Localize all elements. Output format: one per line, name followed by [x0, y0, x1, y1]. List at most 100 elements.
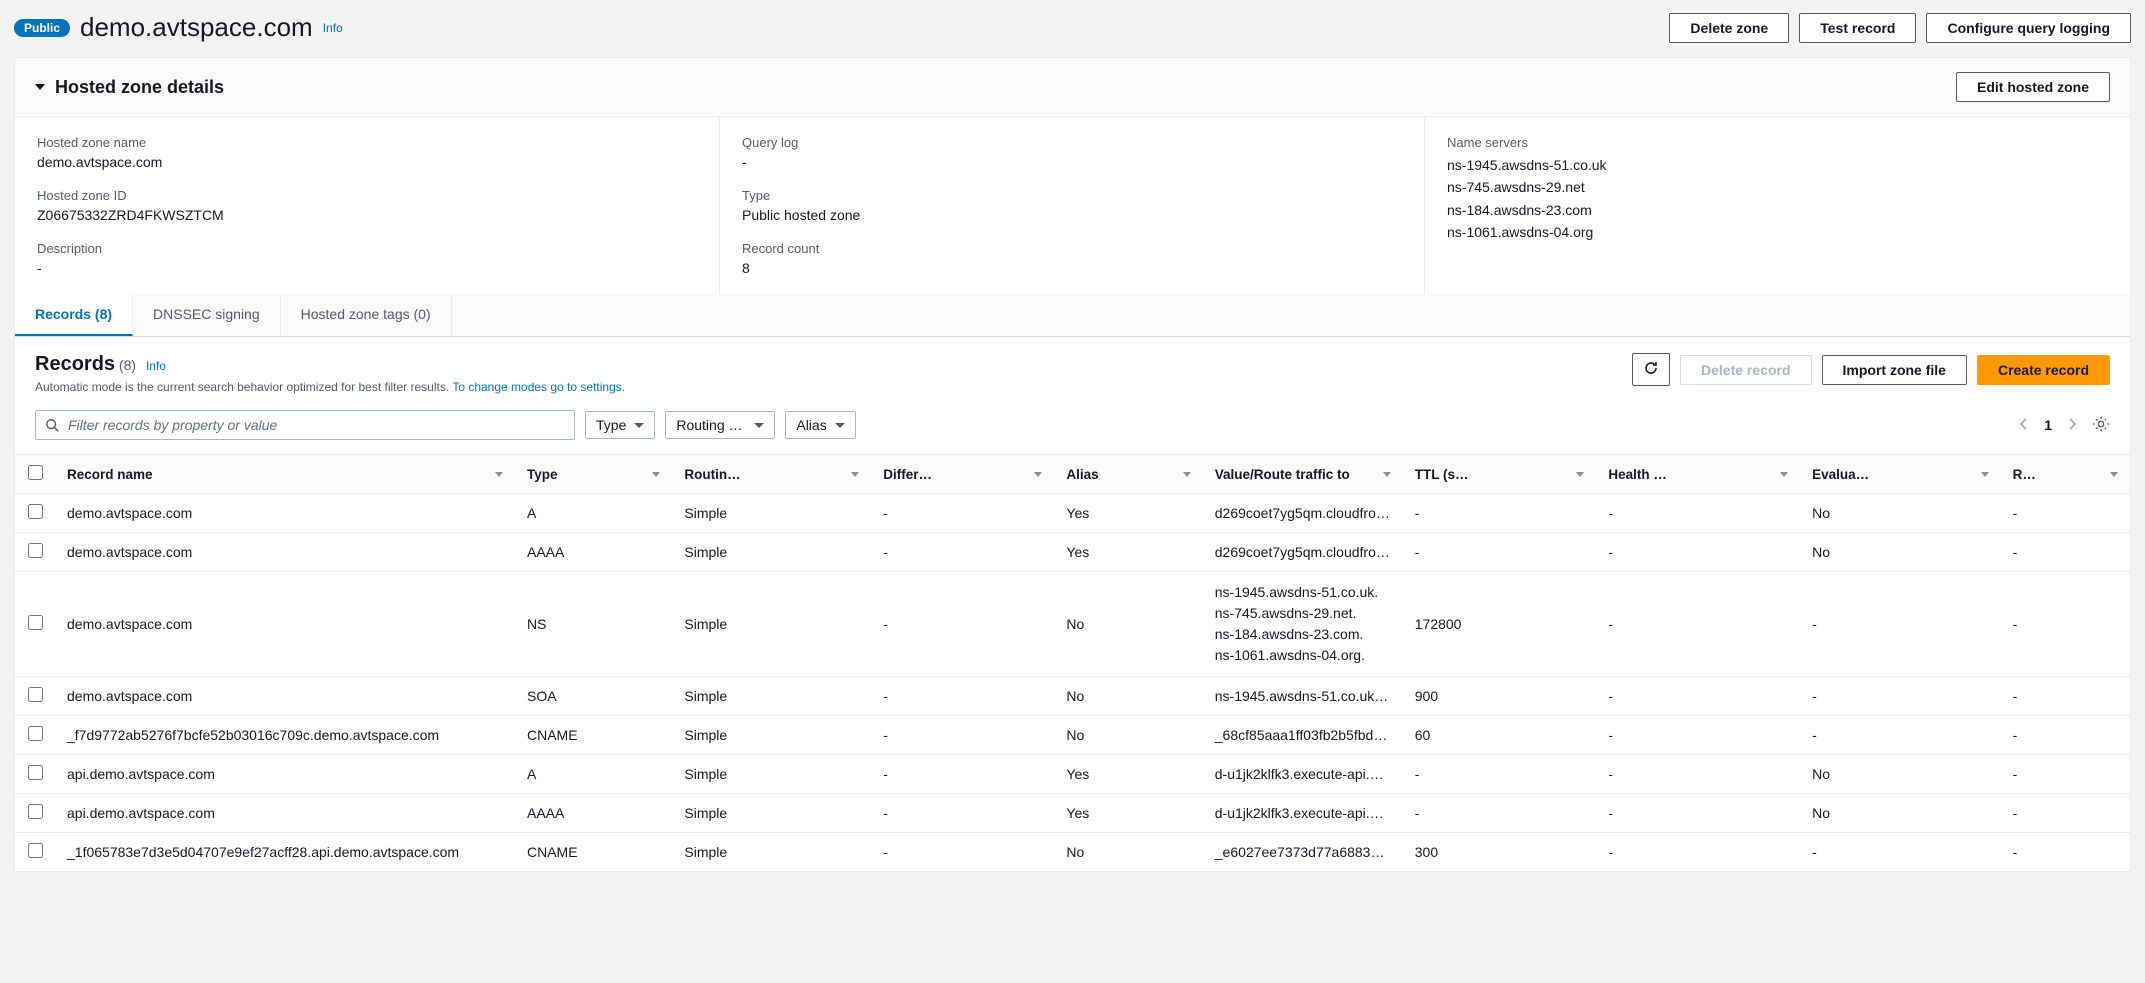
- name-server-value: ns-184.awsdns-23.com: [1447, 199, 2108, 221]
- table-settings-button[interactable]: [2092, 415, 2110, 436]
- record-alias: No: [1066, 616, 1084, 632]
- row-checkbox[interactable]: [28, 687, 43, 702]
- table-row[interactable]: demo.avtspace.comASimple-Yesd269coet7yg5…: [15, 494, 2130, 533]
- delete-record-button[interactable]: Delete record: [1680, 355, 1811, 385]
- col-evalua[interactable]: Evalua…: [1812, 467, 1869, 482]
- name-server-value: ns-1061.awsdns-04.org: [1447, 221, 2108, 243]
- configure-query-logging-button[interactable]: Configure query logging: [1926, 13, 2131, 43]
- row-checkbox[interactable]: [28, 543, 43, 558]
- record-routing: Simple: [684, 766, 727, 782]
- table-row[interactable]: _f7d9772ab5276f7bcfe52b03016c709c.demo.a…: [15, 716, 2130, 755]
- record-health: -: [1608, 727, 1613, 743]
- record-health: -: [1608, 766, 1613, 782]
- record-health: -: [1608, 505, 1613, 521]
- record-r: -: [2013, 844, 2018, 860]
- alias-filter-dropdown[interactable]: Alias: [785, 411, 855, 439]
- hosted-zone-name-label: Hosted zone name: [37, 135, 697, 150]
- routing-policy-filter-dropdown[interactable]: Routing pol…: [665, 411, 775, 439]
- record-evalua: -: [1812, 616, 1817, 632]
- chevron-down-icon: [835, 423, 845, 428]
- record-alias: Yes: [1066, 505, 1089, 521]
- table-row[interactable]: demo.avtspace.comSOASimple-Nons-1945.aws…: [15, 677, 2130, 716]
- records-info-link[interactable]: Info: [146, 359, 166, 373]
- record-value: ns-1945.awsdns-51.co.uk. a…: [1215, 688, 1403, 704]
- tab-tags[interactable]: Hosted zone tags (0): [281, 294, 452, 336]
- record-name: _1f065783e7d3e5d04707e9ef27acff28.api.de…: [67, 844, 459, 860]
- record-differ: -: [883, 505, 888, 521]
- record-value: d269coet7yg5qm.cloudfront…: [1215, 505, 1402, 521]
- import-zone-file-button[interactable]: Import zone file: [1822, 355, 1967, 385]
- record-value: d269coet7yg5qm.cloudfront…: [1215, 544, 1402, 560]
- tab-dnssec[interactable]: DNSSEC signing: [133, 294, 281, 336]
- hosted-zone-id-value: Z06675332ZRD4FKWSZTCM: [37, 207, 697, 223]
- record-differ: -: [883, 727, 888, 743]
- col-routing[interactable]: Routin…: [684, 467, 740, 482]
- record-type: A: [527, 505, 536, 521]
- row-checkbox[interactable]: [28, 504, 43, 519]
- record-type: A: [527, 766, 536, 782]
- next-page-button[interactable]: [2066, 417, 2078, 434]
- create-record-button[interactable]: Create record: [1977, 355, 2110, 385]
- record-value: _68cf85aaa1ff03fb2b5fbdf2…: [1215, 727, 1399, 743]
- row-checkbox[interactable]: [28, 615, 43, 630]
- record-evalua: -: [1812, 688, 1817, 704]
- sort-icon: [2110, 472, 2118, 477]
- record-value: d-u1jk2klfk3.execute-api.eu-…: [1215, 805, 1403, 821]
- zone-tabs: Records (8) DNSSEC signing Hosted zone t…: [15, 294, 2130, 337]
- col-health[interactable]: Health …: [1608, 467, 1667, 482]
- record-ttl: -: [1415, 805, 1420, 821]
- zone-info-link[interactable]: Info: [323, 21, 343, 35]
- table-row[interactable]: _1f065783e7d3e5d04707e9ef27acff28.api.de…: [15, 833, 2130, 872]
- record-name: api.demo.avtspace.com: [67, 805, 215, 821]
- type-filter-dropdown[interactable]: Type: [585, 411, 655, 439]
- record-r: -: [2013, 544, 2018, 560]
- change-modes-link[interactable]: To change modes go to settings.: [452, 380, 625, 394]
- row-checkbox[interactable]: [28, 804, 43, 819]
- record-name: demo.avtspace.com: [67, 616, 192, 632]
- select-all-checkbox[interactable]: [28, 465, 43, 480]
- prev-page-button[interactable]: [2018, 417, 2030, 434]
- col-value[interactable]: Value/Route traffic to: [1215, 467, 1350, 482]
- row-checkbox[interactable]: [28, 843, 43, 858]
- refresh-button[interactable]: [1632, 353, 1670, 386]
- zone-name-title: demo.avtspace.com: [80, 12, 313, 43]
- record-differ: -: [883, 844, 888, 860]
- record-evalua: No: [1812, 505, 1830, 521]
- record-ttl: -: [1415, 544, 1420, 560]
- details-toggle[interactable]: Hosted zone details: [35, 77, 224, 98]
- record-evalua: No: [1812, 766, 1830, 782]
- row-checkbox[interactable]: [28, 726, 43, 741]
- record-evalua: No: [1812, 805, 1830, 821]
- record-type: AAAA: [527, 544, 564, 560]
- refresh-icon: [1643, 360, 1659, 376]
- table-row[interactable]: demo.avtspace.comNSSimple-Nons-1945.awsd…: [15, 572, 2130, 677]
- edit-hosted-zone-button[interactable]: Edit hosted zone: [1956, 72, 2110, 102]
- record-differ: -: [883, 805, 888, 821]
- filter-records-input[interactable]: [35, 410, 575, 440]
- col-type[interactable]: Type: [527, 467, 558, 482]
- table-row[interactable]: api.demo.avtspace.comAAAASimple-Yesd-u1j…: [15, 794, 2130, 833]
- col-record-name[interactable]: Record name: [67, 467, 153, 482]
- caret-down-icon: [35, 84, 45, 90]
- name-servers-label: Name servers: [1447, 135, 2108, 150]
- table-row[interactable]: demo.avtspace.comAAAASimple-Yesd269coet7…: [15, 533, 2130, 572]
- record-evalua: -: [1812, 727, 1817, 743]
- page-number: 1: [2044, 417, 2052, 433]
- sort-icon: [1183, 472, 1191, 477]
- hosted-zone-details-panel: Hosted zone details Edit hosted zone Hos…: [14, 57, 2131, 872]
- tab-records[interactable]: Records (8): [15, 294, 133, 336]
- row-checkbox[interactable]: [28, 765, 43, 780]
- record-routing: Simple: [684, 544, 727, 560]
- table-row[interactable]: api.demo.avtspace.comASimple-Yesd-u1jk2k…: [15, 755, 2130, 794]
- col-alias[interactable]: Alias: [1066, 467, 1098, 482]
- delete-zone-button[interactable]: Delete zone: [1669, 13, 1789, 43]
- record-differ: -: [883, 544, 888, 560]
- test-record-button[interactable]: Test record: [1799, 13, 1916, 43]
- col-r[interactable]: R…: [2013, 467, 2036, 482]
- search-icon: [45, 418, 59, 432]
- col-differ[interactable]: Differ…: [883, 467, 932, 482]
- col-ttl[interactable]: TTL (s…: [1415, 467, 1469, 482]
- public-badge: Public: [14, 19, 70, 37]
- record-ttl: -: [1415, 766, 1420, 782]
- record-r: -: [2013, 616, 2018, 632]
